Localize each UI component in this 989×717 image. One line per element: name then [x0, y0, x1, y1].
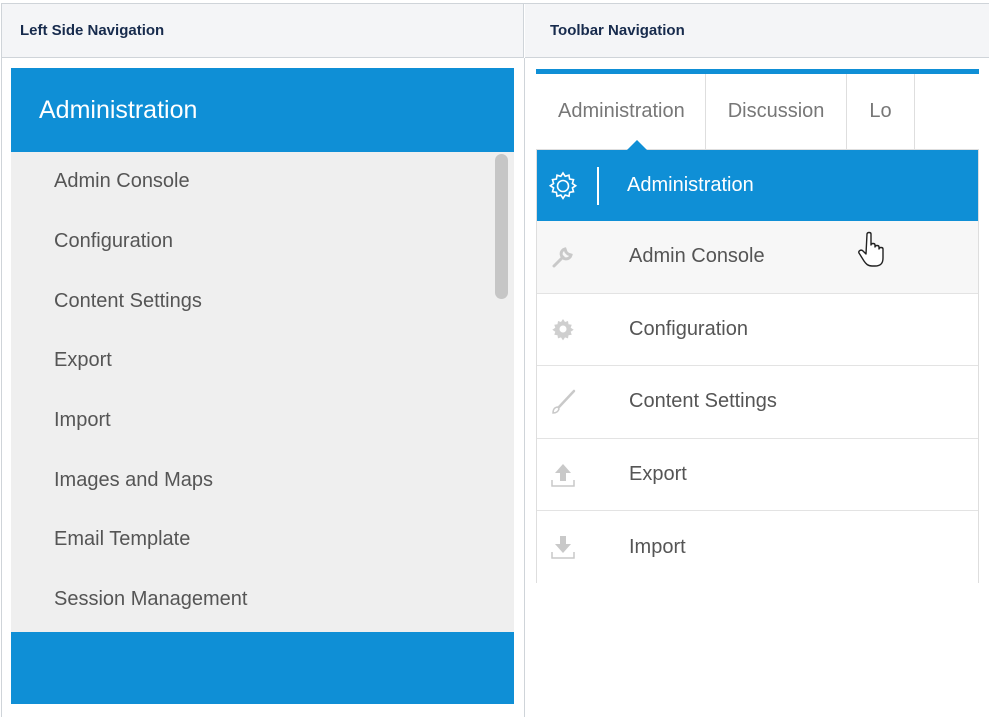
left-nav-item-admin-console[interactable]: Admin Console: [11, 152, 514, 212]
active-tab-caret: [627, 140, 647, 150]
tab-administration[interactable]: Administration: [536, 74, 706, 149]
upload-icon: [537, 461, 589, 489]
toolbar-navigation: Administration Discussion Lo Administrat…: [536, 69, 979, 583]
left-nav-item-images-and-maps[interactable]: Images and Maps: [11, 450, 514, 510]
left-nav-item-export[interactable]: Export: [11, 331, 514, 391]
menu-item-configuration[interactable]: Configuration: [537, 294, 978, 367]
left-nav-item-content-settings[interactable]: Content Settings: [11, 271, 514, 331]
menu-item-label: Export: [629, 463, 687, 486]
left-nav-item-import[interactable]: Import: [11, 391, 514, 451]
menu-item-label: Content Settings: [629, 390, 777, 413]
left-side-navigation-header: Left Side Navigation: [2, 4, 524, 58]
toolbar-tabs: Administration Discussion Lo: [536, 74, 979, 150]
tab-truncated[interactable]: Lo: [847, 74, 915, 149]
brush-icon: [537, 388, 589, 416]
column-divider: [524, 58, 525, 717]
menu-item-content-settings[interactable]: Content Settings: [537, 366, 978, 439]
menu-item-administration[interactable]: Administration: [537, 150, 978, 221]
menu-item-admin-console[interactable]: Admin Console: [537, 221, 978, 294]
left-nav-list: Admin Console Configuration Content Sett…: [11, 152, 514, 632]
menu-item-import[interactable]: Import: [537, 511, 978, 583]
gear-outline-icon: [537, 171, 589, 201]
toolbar-dropdown-menu: Administration Admin Console Configurati…: [536, 150, 979, 583]
menu-item-export[interactable]: Export: [537, 439, 978, 512]
hand-pointer-icon: [857, 231, 889, 273]
tab-discussion[interactable]: Discussion: [706, 74, 848, 149]
menu-item-label: Configuration: [629, 317, 748, 340]
left-nav-footer: [11, 632, 514, 704]
gear-icon: [537, 317, 589, 341]
toolbar-navigation-header: Toolbar Navigation: [525, 4, 989, 58]
wrench-icon: [537, 245, 589, 269]
menu-item-label: Administration: [627, 174, 754, 196]
menu-item-label: Admin Console: [629, 245, 765, 268]
download-icon: [537, 533, 589, 561]
left-nav-item-email-template[interactable]: Email Template: [11, 510, 514, 570]
menu-item-label: Import: [629, 535, 686, 558]
left-nav-title[interactable]: Administration: [11, 68, 514, 152]
left-nav-item-configuration[interactable]: Configuration: [11, 212, 514, 272]
left-nav-scrollbar[interactable]: [495, 154, 508, 299]
left-nav-item-session-management[interactable]: Session Management: [11, 570, 514, 630]
left-side-navigation: Administration Admin Console Configurati…: [11, 68, 514, 704]
